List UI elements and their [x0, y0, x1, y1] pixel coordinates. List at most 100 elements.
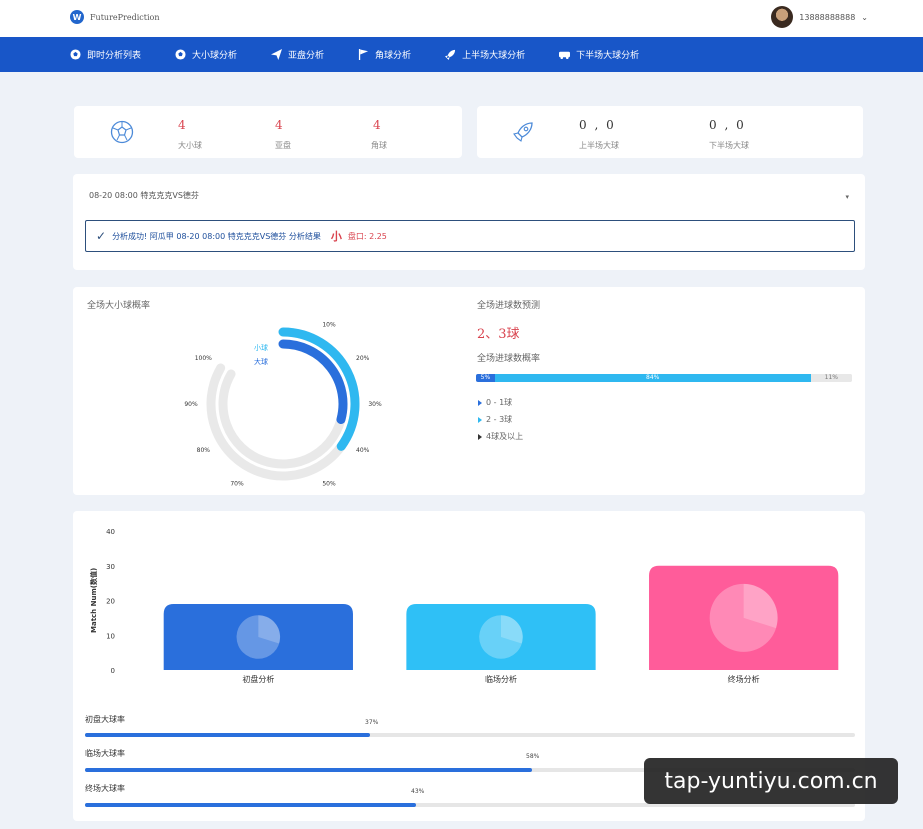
gauge-tick-label: 50%	[322, 481, 336, 488]
rocket-icon	[445, 49, 456, 60]
y-tick-label: 10	[106, 632, 115, 640]
check-icon: ✓	[96, 229, 107, 243]
goals-prob-title: 全场进球数概率	[477, 354, 541, 364]
nav-label: 下半场大球分析	[576, 51, 640, 61]
bigball-rate-pct: 43%	[411, 788, 425, 795]
match-select[interactable]: 08-20 08:00 特克克克VS德芬 ▾	[89, 190, 849, 208]
bigball-rate-pct: 37%	[365, 719, 379, 726]
bigball-rate-pct: 58%	[526, 753, 540, 760]
nav-label: 即时分析列表	[87, 51, 142, 61]
logo[interactable]: W FuturePrediction	[70, 10, 159, 24]
nav-item-first-half[interactable]: 上半场大球分析	[445, 48, 525, 61]
triangle-right-icon	[478, 433, 482, 440]
bigball-rate-bar	[85, 733, 855, 737]
avatar[interactable]	[771, 6, 794, 28]
alert-odds: 盘口: 2.25	[347, 231, 387, 241]
goals-prob-seg-low: 5%	[476, 374, 495, 382]
gauge-tick-label: 30%	[368, 401, 382, 408]
bigball-rate-title: 临场大球率	[85, 749, 125, 758]
soccer-ball-icon	[175, 49, 186, 60]
triangle-right-icon	[478, 416, 482, 423]
goals-legend-item[interactable]: 2 - 3球	[478, 414, 512, 425]
goals-legend-item[interactable]: 0 - 1球	[478, 397, 512, 408]
bigball-rate-fill	[85, 733, 370, 737]
soccer-ball-icon	[70, 49, 81, 60]
logo-icon: W	[70, 10, 84, 24]
bigball-rate-fill	[85, 768, 532, 772]
nav-label: 角球分析	[375, 51, 412, 61]
stats-card-left: 4 大小球 4 亚盘 4 角球	[74, 106, 462, 158]
watermark: tap-yuntiyu.com.cn	[644, 758, 898, 804]
nav-item-corners[interactable]: 角球分析	[358, 48, 411, 61]
bus-icon	[559, 51, 571, 59]
paper-plane-icon	[271, 49, 283, 60]
gauge-tick-label: 80%	[197, 447, 211, 454]
y-tick-label: 30	[106, 563, 115, 571]
stat-label: 角球	[371, 141, 387, 150]
nav-label: 大小球分析	[192, 51, 238, 61]
legend-label: 4球及以上	[486, 432, 524, 441]
stats-card-right: 0 , 0 上半场大球 0 , 0 下半场大球	[477, 106, 863, 158]
stat-label: 大小球	[178, 141, 202, 150]
goals-prob-bar: 5% 84% 11%	[476, 374, 852, 382]
flag-icon	[358, 49, 369, 60]
goals-prob-seg-mid: 84%	[494, 374, 811, 382]
triangle-right-icon	[478, 399, 482, 406]
gauge-tick-label: 20%	[356, 355, 370, 362]
analysis-result-alert: ✓ 分析成功! 阿瓜甲 08-20 08:00 特克克克VS德芬 分析结果 小 …	[85, 220, 855, 252]
goals-title: 全场进球数预测	[477, 301, 541, 311]
bigball-rate-title: 终场大球率	[85, 784, 125, 793]
legend-label: 2 - 3球	[486, 415, 513, 424]
nav-item-second-half[interactable]: 下半场大球分析	[559, 48, 639, 61]
goals-legend-item[interactable]: 4球及以上	[478, 431, 523, 442]
alert-text: 分析成功! 阿瓜甲 08-20 08:00 特克克克VS德芬 分析结果	[112, 231, 321, 241]
bigball-rate-title: 初盘大球率	[85, 715, 125, 724]
soccer-ball-icon	[110, 120, 134, 144]
goals-prediction: 2、3球	[477, 327, 520, 342]
gauge-tick-label: 90%	[184, 401, 198, 408]
x-tick-label: 初盘分析	[242, 674, 274, 684]
user-menu[interactable]: 13888888888 ⌄	[771, 6, 868, 28]
gauge-title: 全场大小球概率	[87, 301, 151, 311]
nav-label: 亚盘分析	[288, 51, 325, 61]
gauge-legend-small: 小球	[254, 344, 268, 352]
match-select-value: 08-20 08:00 特克克克VS德芬	[89, 191, 199, 200]
probability-card: 全场大小球概率 0%10%20%30%40%50%60%70%80%90%100…	[73, 287, 865, 495]
gauge-legend-big: 大球	[254, 358, 268, 366]
logo-text: FuturePrediction	[90, 12, 160, 22]
stat-label: 下半场大球	[709, 141, 749, 150]
stat-label: 亚盘	[275, 141, 291, 150]
goals-prob-seg-high: 11%	[810, 374, 852, 382]
analysis-bar-chart: 0 10 20 30 40 初盘分析 临场分析 终场分析	[106, 528, 839, 684]
alert-result: 小	[330, 230, 342, 243]
nav-label: 上半场大球分析	[462, 51, 526, 61]
legend-label: 0 - 1球	[486, 398, 513, 407]
nav-item-live-list[interactable]: 即时分析列表	[70, 48, 141, 61]
gauge-tick-label: 100%	[195, 355, 212, 362]
stat-value: 4	[373, 118, 381, 132]
y-tick-label: 0	[111, 667, 115, 675]
stat-label: 上半场大球	[579, 141, 619, 150]
caret-down-icon[interactable]: ▾	[845, 193, 849, 201]
rocket-icon	[513, 122, 533, 142]
nav-item-over-under[interactable]: 大小球分析	[175, 48, 237, 61]
stat-value: 4	[275, 118, 283, 132]
y-tick-label: 20	[106, 598, 115, 606]
gauge-tick-label: 10%	[322, 321, 336, 328]
stat-value: 4	[178, 118, 186, 132]
stat-value: 0 , 0	[709, 118, 746, 132]
chevron-down-icon[interactable]: ⌄	[861, 13, 868, 22]
x-tick-label: 临场分析	[485, 674, 517, 684]
gauge-tick-label: 40%	[356, 447, 370, 454]
stat-value: 0 , 0	[579, 118, 616, 132]
nav-item-asian-handicap[interactable]: 亚盘分析	[271, 48, 324, 61]
top-bar: W FuturePrediction 13888888888 ⌄	[0, 0, 923, 37]
user-name: 13888888888	[799, 12, 856, 22]
y-axis-label: Match Num(数值)	[90, 567, 98, 633]
bigball-rate-fill	[85, 803, 417, 807]
x-tick-label: 终场分析	[728, 674, 760, 684]
main-nav: 即时分析列表 大小球分析 亚盘分析 角球分析 上半场大球分析 下半场大球分析	[0, 37, 923, 72]
gauge-tick-label: 70%	[230, 481, 244, 488]
y-tick-label: 40	[106, 528, 115, 536]
over-under-gauge: 0%10%20%30%40%50%60%70%80%90%100%	[184, 321, 382, 488]
